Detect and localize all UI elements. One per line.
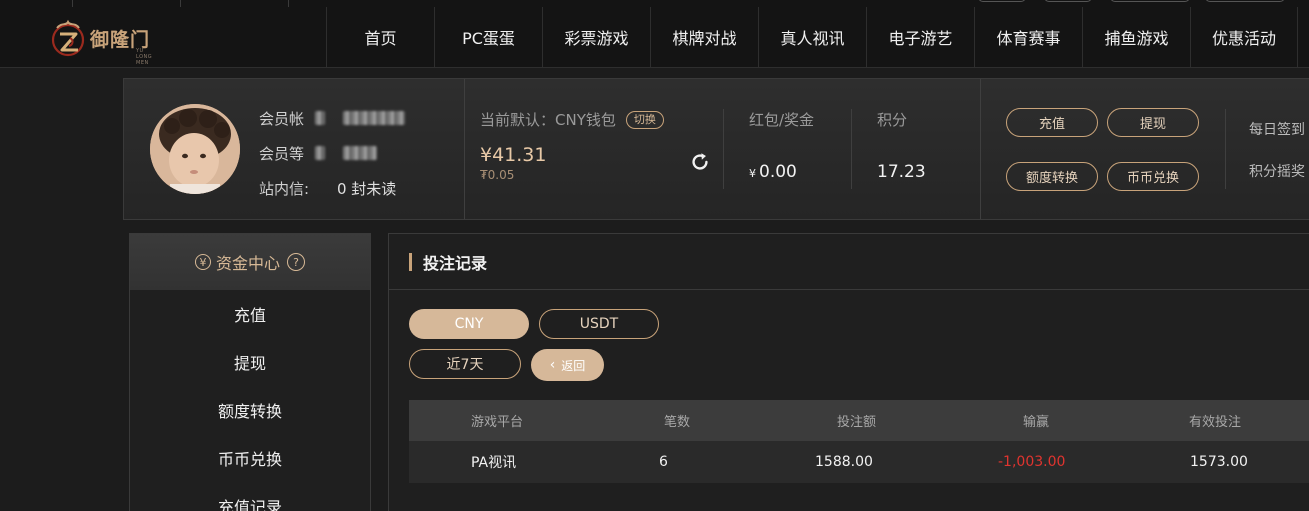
- message-label: 站内信:: [259, 179, 310, 198]
- page-title: 投注记录: [423, 253, 488, 273]
- transfer-button[interactable]: 额度转换: [1006, 162, 1098, 191]
- tab-cny[interactable]: CNY: [409, 309, 529, 339]
- dragon-logo-icon: [51, 19, 85, 57]
- points-label: 积分: [877, 111, 908, 129]
- site-logo[interactable]: 御隆门 YU LONG MEN: [48, 16, 158, 66]
- help-icon[interactable]: ?: [287, 253, 305, 271]
- cell-win-loss: -1,003.00: [998, 454, 1066, 470]
- cell-valid-bet: 1573.00: [1190, 454, 1248, 470]
- panel-divider: [723, 109, 724, 189]
- panel-header: 投注记录: [389, 234, 1309, 290]
- cell-count: 6: [659, 454, 668, 470]
- bonus-value-row: ¥0.00: [749, 162, 814, 182]
- bonus-stat: 红包/奖金 ¥0.00: [749, 109, 814, 182]
- nav-live-casino[interactable]: 真人视讯: [758, 7, 866, 67]
- points-lottery-link[interactable]: 积分摇奖: [1249, 161, 1305, 181]
- nav-slots[interactable]: 电子游艺: [866, 7, 974, 67]
- top-pill-button[interactable]: [1044, 0, 1092, 2]
- sidebar-item-withdraw[interactable]: 提现: [130, 338, 370, 386]
- chevron-left-icon: ‹: [549, 357, 556, 373]
- nav-fishing[interactable]: 捕鱼游戏: [1082, 7, 1190, 67]
- sidebar-item-deposit-records[interactable]: 充值记录: [130, 482, 370, 511]
- panel-divider: [980, 79, 981, 219]
- refresh-icon[interactable]: [689, 151, 711, 173]
- level-row: 会员等: [259, 142, 405, 164]
- points-stat: 积分 17.23: [877, 109, 926, 182]
- wallet-sub-balance: ₮0.05: [480, 168, 515, 182]
- col-platform: 游戏平台: [471, 415, 524, 430]
- yen-coin-icon: ¥: [194, 254, 211, 270]
- blurred-account: [343, 111, 405, 125]
- table-row[interactable]: PA视讯 6 1588.00 -1,003.00 1573.00: [409, 441, 1309, 483]
- bonus-currency: ¥: [749, 167, 756, 180]
- bonus-links: 每日签到 积分摇奖: [1249, 119, 1305, 203]
- tab-usdt[interactable]: USDT: [539, 309, 659, 339]
- wallet-title-row: 当前默认：CNY钱包 切换: [480, 109, 664, 130]
- nav-pc-egg[interactable]: PC蛋蛋: [434, 7, 542, 67]
- daily-signin-link[interactable]: 每日签到: [1249, 119, 1305, 139]
- nav-sports[interactable]: 体育赛事: [974, 7, 1082, 67]
- message-row[interactable]: 站内信: 0 封未读: [259, 177, 405, 199]
- strip-divider: [288, 0, 289, 7]
- wallet-title: 当前默认：CNY钱包: [480, 111, 616, 129]
- fund-center-sidebar: ¥ 资金中心 ? 充值 提现 额度转换 币币兑换 充值记录: [129, 233, 371, 511]
- withdraw-button[interactable]: 提现: [1107, 108, 1199, 137]
- table-header: 游戏平台 笔数 投注额 输赢 有效投注: [409, 400, 1309, 441]
- col-valid-bet: 有效投注: [1189, 415, 1242, 430]
- title-accent-bar: [409, 252, 412, 271]
- nav-lottery[interactable]: 彩票游戏: [542, 7, 650, 67]
- deposit-button[interactable]: 充值: [1006, 108, 1098, 137]
- message-count[interactable]: 0 封未读: [337, 178, 396, 199]
- account-row: 会员帐: [259, 107, 405, 129]
- bet-records-panel: 投注记录 CNY USDT 近7天 ‹ 返回 游戏平台 笔数 投注额 输赢 有效…: [388, 233, 1309, 511]
- top-pill-button[interactable]: [1205, 0, 1285, 2]
- top-pill-button[interactable]: [978, 0, 1026, 2]
- blurred-text: [315, 111, 325, 125]
- col-bet-amount: 投注额: [837, 415, 877, 430]
- panel-divider: [1225, 109, 1226, 189]
- bet-records-table: 游戏平台 笔数 投注额 输赢 有效投注 PA视讯 6 1588.00 -1,00…: [409, 400, 1309, 483]
- wallet-info: 当前默认：CNY钱包 切换 ¥41.31 ₮0.05: [480, 109, 664, 182]
- top-strip: [0, 0, 1309, 7]
- cell-platform: PA视讯: [471, 455, 517, 471]
- member-details: 会员帐 会员等 站内信: 0 封未读: [259, 107, 405, 212]
- blurred-level: [343, 146, 377, 160]
- top-header: 御隆门 YU LONG MEN 首页 PC蛋蛋 彩票游戏 棋牌对战 真人视讯 电…: [0, 0, 1309, 68]
- baby-photo-icon: [150, 104, 240, 194]
- sidebar-header: ¥ 资金中心 ?: [130, 234, 370, 290]
- panel-divider: [464, 79, 465, 219]
- date-range-select[interactable]: 近7天: [409, 349, 521, 379]
- sidebar-item-transfer[interactable]: 额度转换: [130, 386, 370, 434]
- switch-wallet-button[interactable]: 切换: [625, 110, 664, 129]
- nav-promotions[interactable]: 优惠活动: [1190, 7, 1298, 67]
- logo-subtitle: YU LONG MEN: [136, 48, 153, 66]
- panel-divider: [851, 109, 852, 189]
- bonus-value: 0.00: [759, 162, 797, 182]
- back-label: 返回: [561, 358, 586, 373]
- nav-home[interactable]: 首页: [326, 7, 434, 67]
- avatar[interactable]: [150, 104, 240, 194]
- blurred-text: [315, 146, 325, 160]
- bonus-label: 红包/奖金: [749, 111, 815, 129]
- nav-chess-cards[interactable]: 棋牌对战: [650, 7, 758, 67]
- wallet-balance: ¥41.31: [480, 144, 547, 166]
- strip-divider: [72, 0, 73, 7]
- exchange-button[interactable]: 币币兑换: [1107, 162, 1199, 191]
- strip-divider: [180, 0, 181, 7]
- sidebar-title: 资金中心: [215, 254, 280, 273]
- points-value: 17.23: [877, 162, 926, 182]
- sidebar-item-exchange[interactable]: 币币兑换: [130, 434, 370, 482]
- back-button[interactable]: ‹ 返回: [531, 349, 604, 381]
- main-nav: 首页 PC蛋蛋 彩票游戏 棋牌对战 真人视讯 电子游艺 体育赛事 捕鱼游戏 优惠…: [326, 7, 1298, 67]
- sidebar-item-deposit[interactable]: 充值: [130, 290, 370, 338]
- col-win-loss: 输赢: [1023, 415, 1050, 430]
- member-info-panel: 会员帐 会员等 站内信: 0 封未读 当前默认：CNY钱包 切换 ¥41.31 …: [123, 78, 1309, 220]
- col-count: 笔数: [664, 415, 691, 430]
- cell-bet-amount: 1588.00: [815, 454, 873, 470]
- top-pill-button[interactable]: [1110, 0, 1190, 2]
